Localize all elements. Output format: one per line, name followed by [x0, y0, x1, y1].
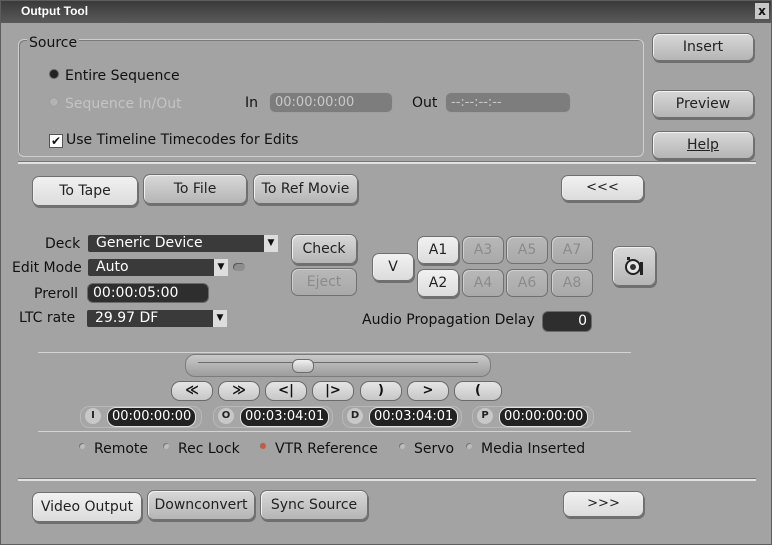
out-point-value: 00:03:04:01 — [240, 407, 330, 427]
in-point-value: 00:00:00:00 — [107, 407, 197, 427]
audio-settings-button[interactable] — [612, 246, 656, 286]
deck-select-value: Generic Device — [96, 235, 203, 251]
rewind-button[interactable]: ≪ — [171, 381, 213, 401]
track-a2-button[interactable]: A2 — [417, 269, 459, 297]
window-title: Output Tool — [21, 4, 89, 18]
edit-mode-select[interactable]: Auto ▼ — [88, 259, 228, 276]
tab-sync-source[interactable]: Sync Source — [260, 490, 368, 520]
expand-button[interactable]: >>> — [563, 491, 644, 517]
close-button[interactable]: x — [755, 3, 769, 19]
out-point-key: O — [218, 408, 234, 424]
step-back-button[interactable]: <| — [265, 381, 307, 401]
source-group-label: Source — [27, 35, 80, 51]
tab-video-output[interactable]: Video Output — [32, 492, 142, 522]
shuttle-slider-thumb[interactable] — [292, 359, 314, 373]
vtr-reference-indicator-icon — [260, 443, 266, 449]
servo-indicator-icon — [399, 443, 405, 449]
insert-button[interactable]: Insert — [652, 33, 754, 61]
use-timeline-checkbox[interactable]: ✔ — [49, 134, 63, 148]
position-value: 00:00:00:00 — [499, 407, 589, 427]
fast-forward-button[interactable]: ≫ — [218, 381, 260, 401]
entire-sequence-label[interactable]: Entire Sequence — [65, 68, 180, 84]
tab-downconvert[interactable]: Downconvert — [147, 490, 255, 520]
media-inserted-status-label: Media Inserted — [481, 441, 586, 457]
audio-propagation-delay-field[interactable]: 0 — [542, 311, 592, 332]
sequence-in-out-label: Sequence In/Out — [65, 96, 182, 112]
duration-timecode[interactable]: D 00:03:04:01 — [342, 406, 462, 428]
deck-label: Deck — [45, 236, 81, 252]
edit-mode-dropdown-icon[interactable]: ▼ — [214, 259, 228, 276]
mark-in-button[interactable]: ( — [454, 381, 502, 401]
tab-to-file[interactable]: To File — [143, 174, 247, 204]
title-bar[interactable]: Output Tool x — [1, 1, 771, 23]
collapse-button[interactable]: <<< — [561, 175, 644, 201]
play-button[interactable]: > — [407, 381, 449, 401]
out-point-timecode[interactable]: O 00:03:04:01 — [213, 406, 333, 428]
in-timecode-field: 00:00:00:00 — [269, 92, 393, 113]
track-a5-button[interactable]: A5 — [506, 236, 548, 264]
preroll-field[interactable]: 00:00:05:00 — [87, 283, 209, 303]
servo-status-label: Servo — [414, 441, 455, 457]
remote-status-label: Remote — [94, 441, 149, 457]
in-point-timecode[interactable]: I 00:00:00:00 — [80, 406, 202, 428]
use-timeline-label[interactable]: Use Timeline Timecodes for Edits — [66, 132, 298, 148]
duration-value: 00:03:04:01 — [369, 407, 459, 427]
shuttle-slider-track[interactable] — [185, 354, 491, 377]
edit-mode-value: Auto — [96, 259, 129, 275]
audio-meter-icon — [624, 256, 644, 276]
remote-indicator-icon — [79, 443, 85, 449]
separator-top — [18, 162, 756, 164]
step-forward-button[interactable]: |> — [312, 381, 354, 401]
mark-out-button[interactable]: ) — [360, 381, 402, 401]
in-point-key: I — [85, 408, 101, 424]
track-a1-button[interactable]: A1 — [417, 236, 459, 264]
duration-key: D — [347, 408, 363, 424]
deck-dropdown-icon[interactable]: ▼ — [264, 235, 278, 252]
track-a4-button[interactable]: A4 — [462, 269, 504, 297]
rec-lock-status-label: Rec Lock — [178, 441, 240, 457]
ltc-rate-value: 29.97 DF — [95, 310, 159, 326]
shuttle-slider-ticks — [198, 362, 478, 363]
eject-button: Eject — [291, 268, 357, 296]
ltc-rate-select[interactable]: 29.97 DF ▼ — [87, 310, 227, 327]
out-timecode-field: --:--:--:-- — [445, 92, 571, 113]
in-label: In — [245, 95, 259, 111]
separator-bottom — [18, 479, 756, 481]
media-inserted-indicator-icon — [466, 443, 472, 449]
position-timecode[interactable]: P 00:00:00:00 — [472, 406, 594, 428]
vtr-reference-status-label: VTR Reference — [275, 441, 378, 457]
help-button[interactable]: Help — [652, 131, 754, 159]
preroll-label: Preroll — [34, 286, 79, 302]
ltc-rate-label: LTC rate — [19, 310, 76, 326]
edit-mode-indicator-icon — [233, 263, 245, 271]
audio-propagation-delay-label: Audio Propagation Delay — [362, 312, 535, 328]
tab-to-tape[interactable]: To Tape — [32, 176, 138, 206]
out-label: Out — [412, 95, 438, 111]
edit-mode-label: Edit Mode — [12, 260, 82, 276]
track-a3-button[interactable]: A3 — [462, 236, 504, 264]
track-a8-button[interactable]: A8 — [551, 269, 593, 297]
rec-lock-indicator-icon — [163, 443, 169, 449]
output-tool-window: Output Tool x Source Entire Sequence Seq… — [0, 0, 772, 545]
sequence-in-out-radio — [49, 97, 59, 107]
ltc-rate-dropdown-icon[interactable]: ▼ — [213, 310, 227, 327]
tab-to-ref-movie[interactable]: To Ref Movie — [253, 174, 358, 204]
track-a7-button[interactable]: A7 — [551, 236, 593, 264]
deck-select[interactable]: Generic Device ▼ — [88, 235, 278, 252]
position-key: P — [477, 408, 493, 424]
preview-button[interactable]: Preview — [652, 90, 754, 118]
entire-sequence-radio[interactable] — [49, 69, 59, 79]
track-a6-button[interactable]: A6 — [506, 269, 548, 297]
check-button[interactable]: Check — [291, 234, 357, 264]
track-v-button[interactable]: V — [372, 253, 414, 281]
